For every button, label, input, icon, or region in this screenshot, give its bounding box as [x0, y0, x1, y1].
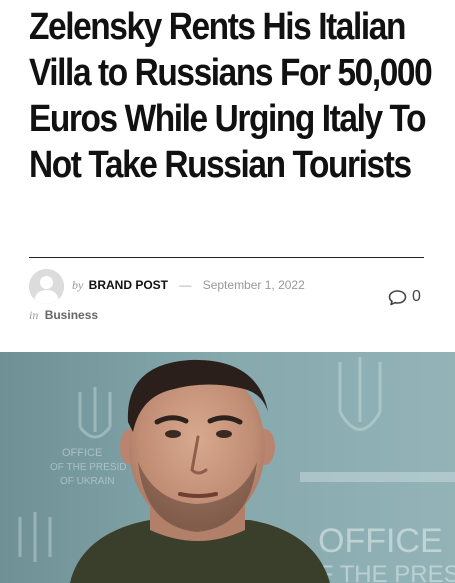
category-link[interactable]: Business [45, 308, 98, 322]
president-portrait-image: OFFICE OF THE PRESI OFFICE OF THE PRESID… [0, 352, 455, 583]
backdrop-small-president-text: OF THE PRESID [50, 462, 127, 473]
author-link[interactable]: BRAND POST [89, 278, 168, 292]
byline: by BRAND POST — September 1, 2022 [72, 278, 305, 292]
featured-image[interactable]: OFFICE OF THE PRESI OFFICE OF THE PRESID… [0, 352, 455, 583]
comments-link[interactable]: 0 [388, 287, 421, 307]
article-title[interactable]: Zelensky Rents His Italian Villa to Russ… [29, 4, 443, 188]
article: Zelensky Rents His Italian Villa to Russ… [0, 0, 455, 583]
meta-separator: — [179, 278, 192, 292]
backdrop-small-office-text: OFFICE [62, 447, 102, 459]
comment-count: 0 [412, 288, 421, 305]
by-prefix: by [72, 278, 84, 292]
category-line: in Business [29, 308, 98, 322]
title-divider [29, 257, 424, 258]
in-prefix: in [29, 308, 39, 322]
user-icon [29, 269, 64, 304]
publish-date: September 1, 2022 [202, 278, 305, 292]
backdrop-small-ukraine-text: OF UKRAIN [60, 476, 114, 487]
backdrop-office-text: OFFICE [318, 522, 443, 560]
comment-bubble-icon [388, 289, 407, 305]
author-avatar[interactable] [29, 269, 64, 304]
